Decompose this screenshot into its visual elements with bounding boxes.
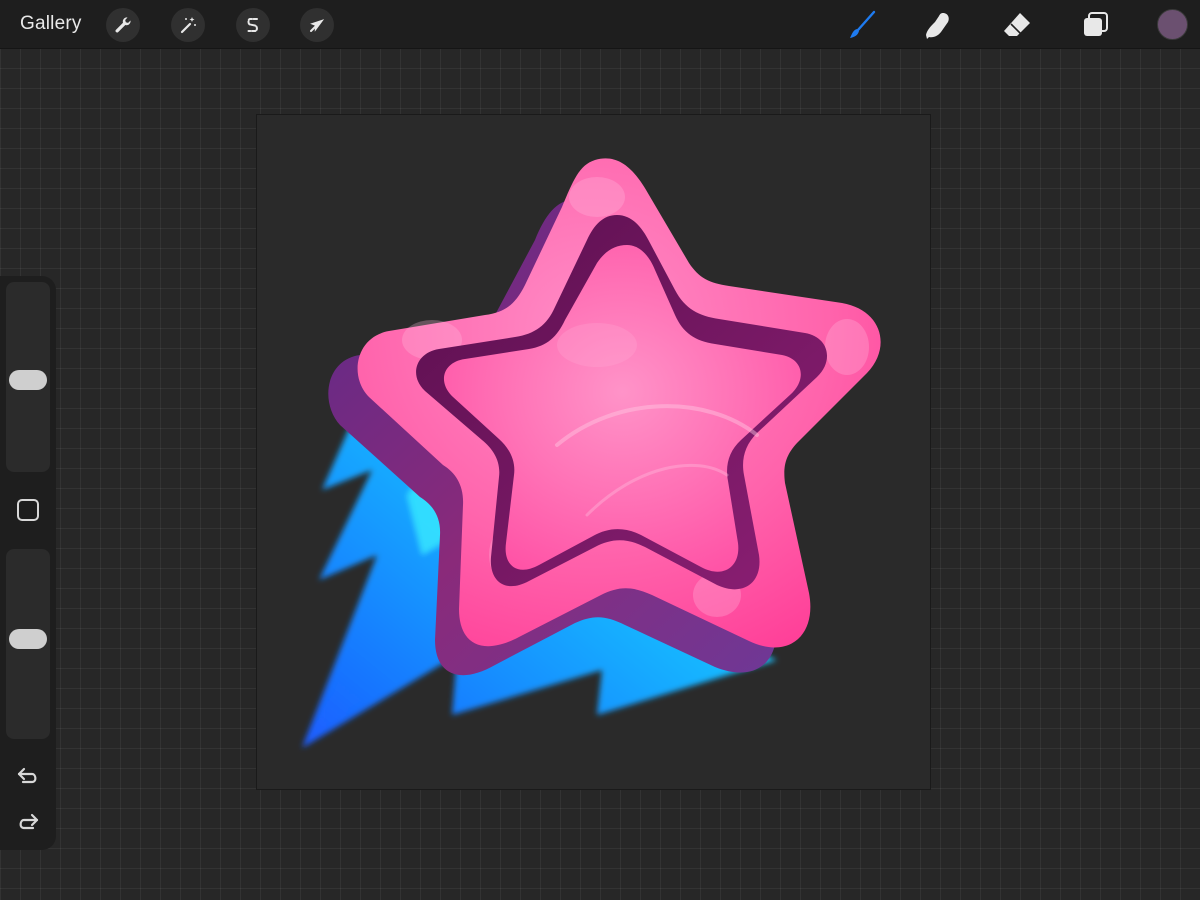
arrow-cursor-icon: [310, 19, 325, 32]
brush-tool-button[interactable]: [843, 6, 881, 44]
opacity-handle[interactable]: [9, 629, 47, 650]
transform-button[interactable]: [300, 8, 334, 42]
redo-button[interactable]: [14, 808, 42, 836]
star-artwork: [302, 158, 881, 748]
smudge-finger-icon: [926, 13, 949, 39]
color-picker-button[interactable]: [1157, 9, 1188, 40]
drawing-canvas[interactable]: [256, 114, 931, 790]
undo-button[interactable]: [14, 762, 42, 790]
eraser-tool-button[interactable]: [998, 6, 1036, 44]
modify-button[interactable]: [16, 498, 40, 522]
redo-arrow-icon: [19, 813, 39, 830]
smudge-tool-button[interactable]: [919, 6, 957, 44]
brush-size-slider[interactable]: [6, 282, 50, 472]
square-icon: [17, 499, 39, 521]
selection-button[interactable]: [236, 8, 270, 42]
layers-button[interactable]: [1076, 6, 1114, 44]
gallery-button[interactable]: Gallery: [20, 12, 82, 36]
magic-wand-icon: [180, 17, 196, 34]
wrench-icon: [115, 17, 131, 33]
brush-size-handle[interactable]: [9, 370, 47, 391]
selection-s-icon: [247, 18, 258, 32]
top-toolbar: Gallery: [0, 0, 1200, 49]
adjustments-button[interactable]: [171, 8, 205, 42]
procreate-app: Gallery: [0, 0, 1200, 900]
paintbrush-icon: [850, 10, 876, 38]
left-sidebar: [0, 276, 56, 850]
actions-button[interactable]: [106, 8, 140, 42]
undo-arrow-icon: [17, 767, 37, 784]
layers-icon: [1084, 12, 1108, 36]
opacity-slider[interactable]: [6, 549, 50, 739]
eraser-icon: [1004, 13, 1030, 36]
